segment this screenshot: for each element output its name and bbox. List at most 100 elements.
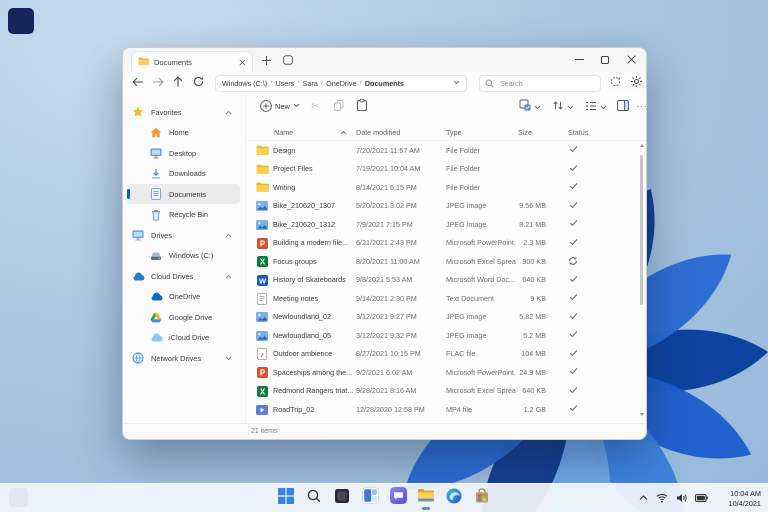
minimize-button[interactable] <box>566 48 592 71</box>
back-button[interactable] <box>129 74 146 91</box>
chevron-down-icon[interactable] <box>453 79 460 88</box>
scrollbar-thumb[interactable] <box>640 155 643 305</box>
taskbar-clock[interactable]: 10:04 AM 10/4/2021 <box>729 489 761 508</box>
taskbar-edge-button[interactable] <box>442 485 466 511</box>
breadcrumb-segment[interactable]: OneDrive <box>326 79 356 88</box>
new-tab-button[interactable] <box>257 52 275 70</box>
breadcrumb-segment[interactable]: Documents <box>365 79 404 88</box>
sidebar-item-google-drive[interactable]: Google Drive <box>127 307 240 327</box>
folder-icon <box>138 53 149 71</box>
battery-icon[interactable] <box>695 494 708 502</box>
folder-file-icon <box>255 181 269 194</box>
status-synced-icon <box>561 145 585 155</box>
file-row[interactable]: W History of Skateboards 9/8/2021 5:53 A… <box>246 271 646 290</box>
refresh-button[interactable] <box>190 74 207 91</box>
sidebar-item-home[interactable]: Home <box>127 123 240 143</box>
sidebar-item-desktop[interactable]: Desktop <box>127 143 240 163</box>
sidebar-item-documents[interactable]: Documents <box>127 184 240 204</box>
breadcrumb[interactable]: Windows (C:\) › Users › Sara › OneDrive › Docume… <box>215 75 467 92</box>
chevron-up-icon[interactable] <box>225 109 232 118</box>
file-row[interactable]: Newfoundland_05 3/12/2021 9:32 PM JPEG i… <box>246 326 646 345</box>
column-header-date[interactable]: Date modified <box>356 128 400 137</box>
preview-pane-icon <box>616 98 629 116</box>
sidebar-section-drives[interactable]: Drives <box>127 225 240 245</box>
column-header-size[interactable]: Size <box>518 128 532 137</box>
taskbar-start-button[interactable] <box>274 485 298 511</box>
file-row[interactable]: Project Files 7/19/2021 10:04 AM File Fo… <box>246 160 646 179</box>
file-row[interactable]: Design 7/20/2021 11:57 AM File Folder <box>246 141 646 160</box>
sidebar-item-label: Windows (C:) <box>169 251 214 260</box>
search-box[interactable] <box>479 75 601 92</box>
wifi-icon[interactable] <box>656 493 668 503</box>
chevron-up-icon[interactable] <box>639 495 648 501</box>
taskbar-widgets-button[interactable] <box>358 485 382 511</box>
new-button[interactable]: New <box>254 97 306 116</box>
file-name: History of Skateboards <box>273 275 346 284</box>
column-header-name[interactable]: Name <box>274 128 293 137</box>
sort-button[interactable] <box>550 97 576 116</box>
monitor-icon <box>131 230 145 241</box>
settings-button[interactable] <box>628 74 645 91</box>
taskbar-chat-button[interactable] <box>386 485 410 511</box>
sidebar-item-downloads[interactable]: Downloads <box>127 164 240 184</box>
file-size: 9.56 MB <box>519 201 546 210</box>
column-header-status[interactable]: Status <box>568 128 588 137</box>
file-row[interactable]: P Spaceships among the... 9/2/2021 6:02 … <box>246 363 646 382</box>
forward-button[interactable] <box>149 74 166 91</box>
chevron-up-icon[interactable] <box>225 273 232 282</box>
paste-button[interactable] <box>352 97 371 116</box>
preview-pane-button[interactable] <box>613 97 632 116</box>
scroll-down-icon[interactable] <box>639 412 645 417</box>
breadcrumb-separator: › <box>297 79 300 86</box>
cut-button[interactable]: ✂ <box>306 97 325 116</box>
refresh-icon <box>193 74 204 92</box>
multiselect-button[interactable] <box>517 97 543 116</box>
taskbar-search-button[interactable] <box>302 485 326 511</box>
column-header-type[interactable]: Type <box>446 128 462 137</box>
file-row[interactable]: P Building a modern file... 6/21/2021 2:… <box>246 234 646 253</box>
sidebar-item-icloud-drive[interactable]: iCloud Drive <box>127 328 240 348</box>
file-row[interactable]: Bike_210620_1307 5/20/2021 3:02 PM JPEG … <box>246 197 646 216</box>
volume-icon[interactable] <box>676 493 687 503</box>
tab-overview-button[interactable] <box>279 52 297 70</box>
breadcrumb-segment[interactable]: Users <box>275 79 294 88</box>
sync-button[interactable] <box>607 74 624 91</box>
close-tab-icon[interactable] <box>239 53 246 71</box>
more-options-button[interactable]: ··· <box>634 97 647 116</box>
sidebar-item-recycle-bin[interactable]: Recycle Bin <box>127 205 240 225</box>
file-row[interactable]: Writing 8/14/2021 6:15 PM File Folder <box>246 178 646 197</box>
taskbar-task-view-button[interactable] <box>330 485 354 511</box>
file-type: File Folder <box>446 145 480 155</box>
file-row[interactable]: Meeting notes 9/14/2021 2:30 PM Text Doc… <box>246 289 646 308</box>
file-row[interactable]: ♪ Outdoor ambience 8/27/2021 10:15 PM FL… <box>246 345 646 364</box>
file-row[interactable]: Bike_210620_1312 7/9/2021 7:15 PM JPEG i… <box>246 215 646 234</box>
chevron-up-icon[interactable] <box>225 232 232 241</box>
file-row[interactable]: X Focus groups 8/20/2021 11:00 AM Micros… <box>246 252 646 271</box>
desktop-shortcut-icon[interactable] <box>8 8 34 34</box>
file-row[interactable]: Newfoundland_02 3/12/2021 9:27 PM JPEG i… <box>246 308 646 327</box>
status-synced-icon <box>561 386 585 396</box>
taskbar-store-button[interactable] <box>470 485 494 511</box>
breadcrumb-segment[interactable]: Windows (C:\) <box>222 79 267 88</box>
view-button[interactable] <box>583 97 609 116</box>
file-row[interactable]: X Redmond Rangers triat... 9/28/2021 8:1… <box>246 382 646 401</box>
tab-documents[interactable]: Documents <box>131 51 253 72</box>
sidebar-section-cloud-drives[interactable]: Cloud Drives <box>127 266 240 286</box>
sidebar-item-onedrive[interactable]: OneDrive <box>127 287 240 307</box>
sidebar-section-network-drives[interactable]: Network Drives <box>127 348 240 368</box>
sidebar-section-favorites[interactable]: Favorites <box>127 102 240 122</box>
search-input[interactable] <box>498 78 588 89</box>
copy-button[interactable] <box>329 97 348 116</box>
file-size: 900 KB <box>522 256 546 266</box>
up-button[interactable] <box>169 74 186 91</box>
file-row[interactable]: RoadTrip_02 12/28/2020 12:58 PM MP4 file… <box>246 400 646 419</box>
sidebar-item-windows-c-[interactable]: Windows (C:) <box>127 246 240 266</box>
widgets-icon <box>361 487 379 509</box>
maximize-button[interactable] <box>592 48 618 71</box>
breadcrumb-segment[interactable]: Sara <box>303 79 318 88</box>
scroll-up-icon[interactable] <box>639 143 645 148</box>
scrollbar[interactable] <box>639 141 644 419</box>
taskbar-file-explorer-button[interactable] <box>414 485 438 511</box>
chevron-down-icon[interactable] <box>225 355 232 364</box>
close-button[interactable] <box>618 48 644 71</box>
